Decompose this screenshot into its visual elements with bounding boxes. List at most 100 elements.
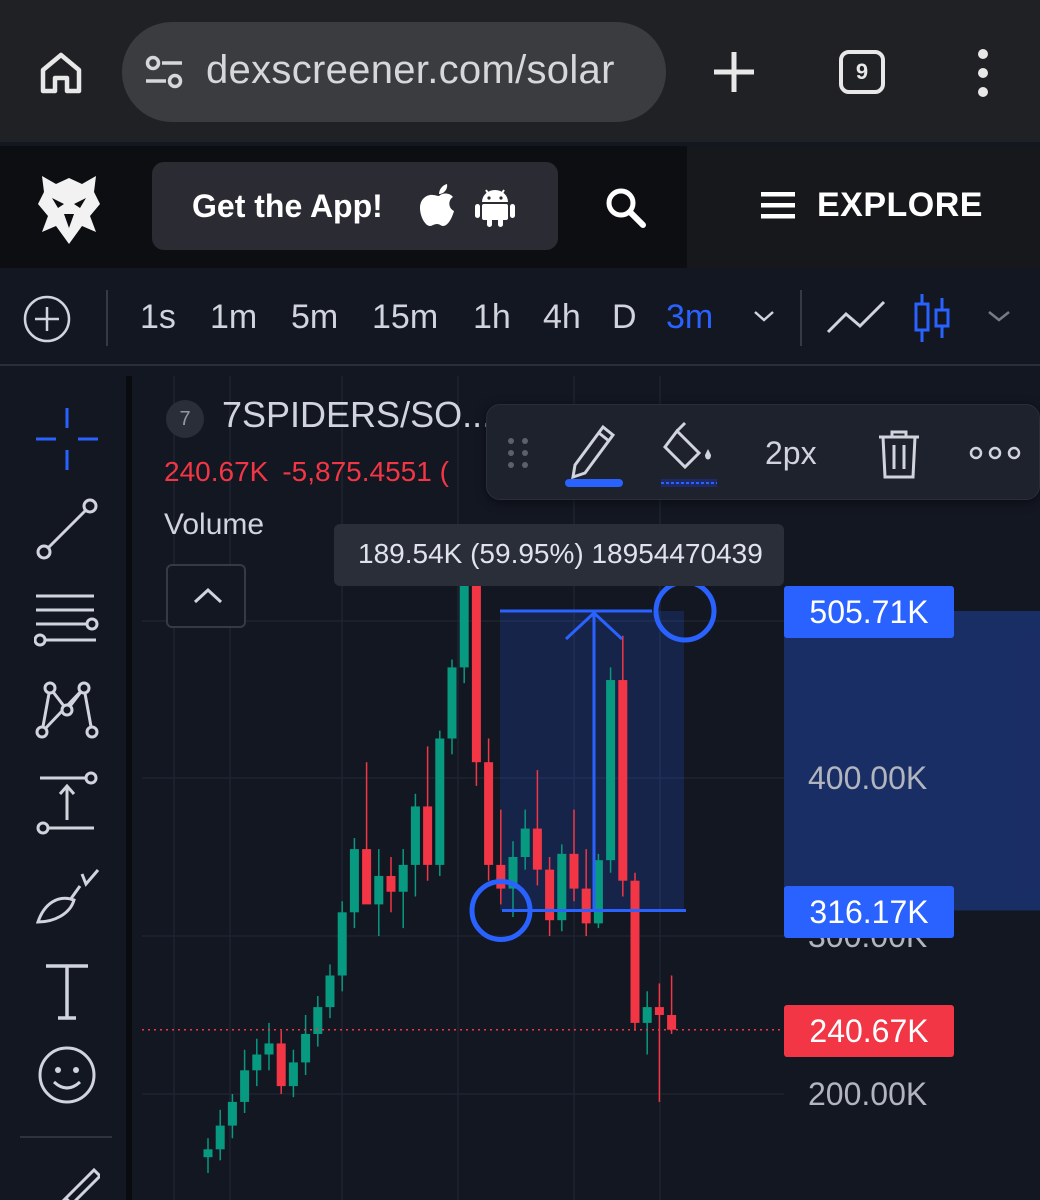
new-tab-icon[interactable] <box>712 50 756 94</box>
candle-body <box>276 1043 286 1087</box>
price-change-value: -5,875.4551 ( <box>282 456 449 487</box>
candle-body <box>532 828 542 870</box>
android-icon <box>475 189 515 227</box>
ohlc-legend: 240.67K -5,875.4551 ( <box>164 456 463 488</box>
toolbar-divider <box>800 290 802 346</box>
dexscreener-logo-icon[interactable] <box>36 170 102 246</box>
candle-body <box>471 580 481 763</box>
fill-color-icon[interactable] <box>659 421 719 487</box>
timeframe-d[interactable]: D <box>612 298 637 337</box>
candle-body <box>374 875 384 905</box>
candle-body <box>581 888 591 924</box>
chart-toolbar: 1s 1m 5m 15m 1h 4h D 3m <box>0 268 1040 366</box>
candle-body <box>606 680 616 861</box>
browser-menu-icon[interactable] <box>972 48 994 98</box>
candle-body <box>496 864 506 889</box>
get-app-button[interactable]: Get the App! <box>152 162 558 250</box>
candle-body <box>264 1043 274 1055</box>
legend-number-badge: 7 <box>166 400 204 438</box>
volume-label[interactable]: Volume <box>164 508 264 542</box>
candle-body <box>545 869 555 921</box>
home-icon[interactable] <box>38 50 84 96</box>
measure-icon[interactable] <box>34 770 100 836</box>
more-options-icon[interactable] <box>969 443 1021 463</box>
price-axis-label: 200.00K <box>808 1076 928 1112</box>
chevron-down-icon[interactable] <box>986 308 1012 324</box>
candle-body <box>215 1125 225 1150</box>
add-indicator-icon[interactable] <box>22 294 72 344</box>
candle-body <box>288 1062 298 1087</box>
candle-body <box>349 849 359 913</box>
line-width-button[interactable]: 2px <box>765 435 817 472</box>
chevron-down-icon[interactable] <box>752 308 776 324</box>
candle-body <box>398 864 408 892</box>
last-price-label: 240.67K <box>784 1005 954 1057</box>
measure-tooltip-text: 189.54K (59.95%) 18954470439 <box>358 538 763 569</box>
candle-body <box>484 762 494 865</box>
pattern-icon[interactable] <box>34 676 100 742</box>
explore-label: EXPLORE <box>817 186 983 224</box>
candle-body <box>569 853 579 889</box>
apple-icon <box>420 184 454 226</box>
emoji-icon[interactable] <box>34 1042 100 1108</box>
timeframe-3m-active[interactable]: 3m <box>666 298 713 337</box>
price-axis-label: 400.00K <box>808 760 928 796</box>
timeframe-1s[interactable]: 1s <box>140 298 176 337</box>
ruler-icon[interactable] <box>34 1162 100 1200</box>
drawing-edit-toolbar: 2px <box>486 404 1040 500</box>
tab-switcher-button[interactable]: 9 <box>839 50 885 94</box>
site-header: Get the App! EXPLORE <box>0 146 1040 268</box>
timeframe-5m[interactable]: 5m <box>291 298 338 337</box>
text-tool-icon[interactable] <box>34 958 100 1024</box>
candle-body <box>435 738 445 865</box>
measure-tooltip: 189.54K (59.95%) 18954470439 <box>334 524 784 586</box>
candle-body <box>203 1149 213 1158</box>
candle-body <box>386 875 396 892</box>
timeframe-15m[interactable]: 15m <box>372 298 438 337</box>
crosshair-icon[interactable] <box>34 406 100 472</box>
candles-chart-icon[interactable] <box>912 292 952 344</box>
get-app-label: Get the App! <box>192 188 383 224</box>
timeframe-1m[interactable]: 1m <box>210 298 257 337</box>
candle-body <box>240 1070 250 1102</box>
address-bar[interactable]: dexscreener.com/solar <box>122 22 666 122</box>
search-icon[interactable] <box>604 186 646 228</box>
current-price-value: 240.67K <box>164 456 269 487</box>
collapse-legend-button[interactable] <box>166 564 246 628</box>
browser-toolbar: dexscreener.com/solar 9 <box>0 0 1040 142</box>
tools-divider <box>20 1136 112 1138</box>
toolbar-divider <box>106 290 108 346</box>
candle-body <box>447 667 457 739</box>
candle-body <box>301 1033 311 1063</box>
drawing-tools-sidebar <box>0 376 132 1200</box>
candle-body <box>410 806 420 865</box>
brush-icon[interactable] <box>34 864 100 930</box>
trash-icon[interactable] <box>877 429 921 479</box>
chevron-up-icon <box>193 587 223 604</box>
entry-price-label: 316.17K <box>784 886 954 938</box>
menu-icon <box>761 192 795 219</box>
candle-body <box>630 880 640 1023</box>
candle-body <box>642 1007 652 1023</box>
drag-handle-icon[interactable] <box>505 435 531 471</box>
candle-body <box>252 1054 262 1071</box>
candle-body <box>520 828 530 857</box>
timeframe-4h[interactable]: 4h <box>543 298 581 337</box>
candle-body <box>423 806 433 865</box>
target-price-label: 505.71K <box>784 586 954 638</box>
explore-button[interactable]: EXPLORE <box>687 146 1040 268</box>
candle-body <box>667 1015 677 1030</box>
line-chart-icon[interactable] <box>826 298 886 338</box>
url-text: dexscreener.com/solar <box>206 48 615 92</box>
pair-title[interactable]: 7SPIDERS/SO... <box>222 394 492 436</box>
timeframe-1h[interactable]: 1h <box>473 298 511 337</box>
measure-range-area <box>500 610 684 911</box>
candle-body <box>227 1101 237 1126</box>
line-color-icon[interactable] <box>563 421 625 487</box>
candle-body <box>459 580 469 668</box>
candle-body <box>325 975 335 1008</box>
candle-body <box>654 1007 664 1015</box>
site-settings-icon[interactable] <box>144 55 184 89</box>
fib-retracement-icon[interactable] <box>34 586 100 652</box>
trend-line-icon[interactable] <box>34 496 100 562</box>
